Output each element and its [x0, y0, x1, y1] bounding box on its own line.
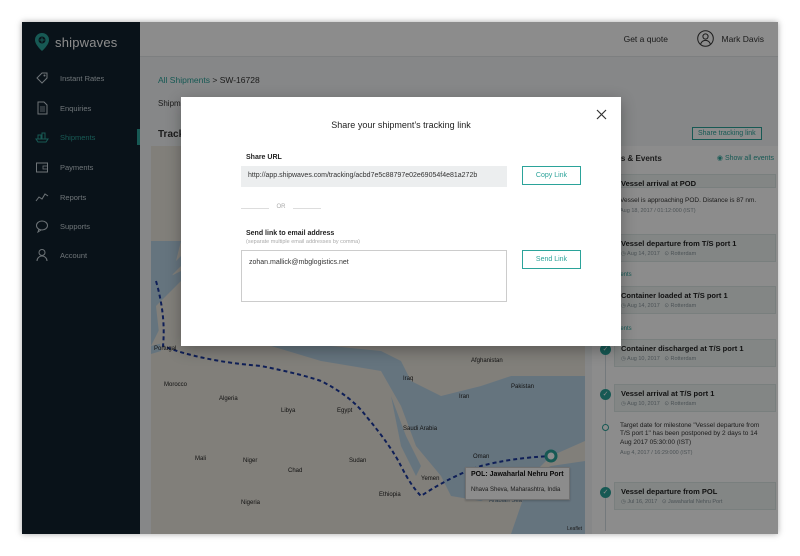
email-label: Send link to email address [246, 230, 335, 237]
share-url-label: Share URL [246, 154, 282, 161]
app-window: shipwaves Instant Rates Enquiries Shipme… [22, 22, 778, 534]
email-hint: (separate multiple email addresses by co… [246, 239, 361, 245]
send-link-button[interactable]: Send Link [522, 250, 581, 269]
copy-link-button[interactable]: Copy Link [522, 166, 581, 185]
share-tracking-modal: Share your shipment’s tracking link Shar… [181, 97, 621, 346]
modal-title: Share your shipment’s tracking link [331, 120, 471, 130]
or-divider: OR [241, 204, 321, 210]
close-icon[interactable] [595, 108, 608, 121]
email-field[interactable]: zohan.mallick@mbglogistics.net [241, 250, 507, 302]
share-url-field[interactable]: http://app.shipwaves.com/tracking/acbd7e… [241, 166, 507, 187]
